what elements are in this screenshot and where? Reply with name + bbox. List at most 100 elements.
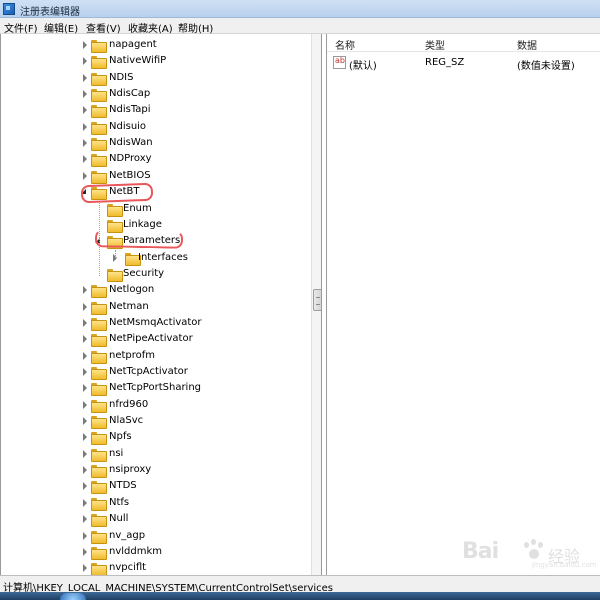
menu-edit[interactable]: 编辑(E) — [44, 20, 78, 35]
tree-item-label: NDIS — [109, 71, 134, 83]
expand-arrow-icon[interactable] — [81, 547, 89, 557]
tree-item[interactable]: NdisWan — [1, 135, 301, 152]
tree-item[interactable]: NDIS — [1, 70, 301, 86]
tree-item[interactable]: nvlddmkm — [1, 544, 301, 560]
tree-guide-line — [115, 249, 116, 260]
tree-item[interactable]: nvpciflt — [1, 560, 301, 575]
start-button[interactable] — [60, 593, 86, 600]
column-data[interactable]: 数据 — [517, 34, 537, 52]
expand-arrow-icon[interactable] — [81, 367, 89, 377]
tree-item[interactable]: Netman — [1, 299, 301, 315]
tree-item-label: NetBIOS — [109, 169, 151, 181]
expand-arrow-icon[interactable] — [81, 383, 89, 393]
watermark-sub: jingyan.baidu.com — [532, 561, 597, 569]
tree-item-label: Ntfs — [109, 496, 130, 508]
tree-item-label: NDProxy — [109, 153, 152, 165]
tree-item[interactable]: nsi — [1, 446, 301, 462]
tree-item[interactable]: Ndisuio — [1, 119, 301, 135]
value-row[interactable]: (默认) REG_SZ (数值未设置) — [327, 54, 600, 72]
menu-view[interactable]: 查看(V) — [86, 20, 121, 35]
tree-item[interactable]: NativeWifiP — [1, 53, 301, 70]
tree-item[interactable]: NetMsmqActivator — [1, 315, 301, 331]
column-name[interactable]: 名称 — [335, 34, 355, 52]
expand-arrow-icon[interactable] — [81, 105, 89, 115]
folder-icon — [91, 497, 107, 511]
tree-item[interactable]: Ntfs — [1, 495, 301, 511]
tree-item[interactable]: Interfaces — [1, 250, 301, 266]
folder-icon — [91, 480, 107, 495]
tree-item-label: NetTcpPortSharing — [109, 382, 202, 394]
tree-item[interactable]: Npfs — [1, 429, 301, 446]
paw-icon — [520, 537, 546, 563]
tree-item[interactable]: Enum — [1, 201, 301, 217]
folder-icon — [91, 301, 107, 315]
tree-item[interactable]: Null — [1, 511, 301, 528]
expand-arrow-icon[interactable] — [81, 73, 89, 83]
tree-item[interactable]: NlaSvc — [1, 413, 301, 430]
expand-arrow-icon[interactable] — [81, 302, 89, 312]
menu-help[interactable]: 帮助(H) — [178, 20, 213, 35]
tree-item[interactable]: napagent — [1, 37, 301, 53]
tree-item-label: NetPipeActivator — [109, 333, 193, 345]
folder-icon — [91, 170, 107, 184]
tree-item[interactable]: Netlogon — [1, 282, 301, 299]
taskbar — [0, 592, 600, 600]
folder-icon — [91, 366, 107, 380]
expand-arrow-icon[interactable] — [81, 531, 89, 541]
tree-item[interactable]: NdisTapi — [1, 102, 301, 119]
tree-item-label: Npfs — [109, 431, 132, 443]
tree-scrollbar[interactable] — [311, 34, 321, 575]
expand-arrow-icon[interactable] — [81, 465, 89, 475]
folder-icon — [91, 39, 107, 53]
menu-file[interactable]: 文件(F) — [4, 20, 38, 35]
tree-item-label: NetMsmqActivator — [109, 316, 202, 328]
expand-arrow-icon[interactable] — [81, 318, 89, 328]
expand-arrow-icon[interactable] — [81, 122, 89, 132]
expand-arrow-icon[interactable] — [81, 56, 89, 66]
tree-item[interactable]: NTDS — [1, 478, 301, 495]
expand-arrow-icon[interactable] — [81, 171, 89, 181]
expand-arrow-icon[interactable] — [81, 351, 89, 361]
tree-item[interactable]: nfrd960 — [1, 397, 301, 413]
folder-icon — [125, 252, 141, 266]
expand-arrow-icon[interactable] — [81, 154, 89, 164]
tree-item[interactable]: nsiproxy — [1, 462, 301, 479]
tree-item[interactable]: NetBIOS — [1, 168, 301, 184]
tree-item[interactable]: NetTcpPortSharing — [1, 380, 301, 397]
expand-arrow-icon[interactable] — [81, 334, 89, 344]
tree-item-label: Security — [123, 267, 165, 279]
menu-favorites[interactable]: 收藏夹(A) — [128, 20, 173, 35]
folder-icon — [91, 448, 107, 462]
tree-item[interactable]: NDProxy — [1, 151, 301, 168]
folder-icon — [91, 415, 107, 430]
tree-item[interactable]: netprofm — [1, 348, 301, 364]
expand-arrow-icon[interactable] — [81, 89, 89, 99]
tree-item[interactable]: NetPipeActivator — [1, 331, 301, 348]
folder-icon — [91, 137, 107, 152]
column-type[interactable]: 类型 — [425, 34, 445, 52]
tree-scrollbar-thumb[interactable] — [313, 289, 321, 311]
expand-arrow-icon[interactable] — [81, 285, 89, 295]
expand-arrow-icon[interactable] — [81, 449, 89, 459]
folder-icon — [91, 513, 107, 528]
tree-item-label: nsi — [109, 447, 124, 459]
expand-arrow-icon[interactable] — [81, 416, 89, 426]
expand-arrow-icon[interactable] — [81, 40, 89, 50]
tree-item[interactable]: nv_agp — [1, 528, 301, 544]
tree-item[interactable]: Security — [1, 266, 301, 282]
folder-icon — [91, 284, 107, 299]
tree-item[interactable]: NdisCap — [1, 86, 301, 103]
status-bar: 计算机\HKEY_LOCAL_MACHINE\SYSTEM\CurrentCon… — [0, 575, 600, 594]
tree-item-label: netprofm — [109, 349, 156, 361]
expand-arrow-icon[interactable] — [81, 514, 89, 524]
expand-arrow-icon[interactable] — [81, 481, 89, 491]
expand-arrow-icon[interactable] — [81, 400, 89, 410]
expand-arrow-icon[interactable] — [81, 138, 89, 148]
folder-icon — [91, 399, 107, 413]
tree-item-label: NdisTapi — [109, 104, 151, 116]
expand-arrow-icon[interactable] — [81, 498, 89, 508]
tree-item[interactable]: NetTcpActivator — [1, 364, 301, 380]
folder-icon — [91, 104, 107, 119]
expand-arrow-icon[interactable] — [81, 432, 89, 442]
expand-arrow-icon[interactable] — [81, 563, 89, 573]
